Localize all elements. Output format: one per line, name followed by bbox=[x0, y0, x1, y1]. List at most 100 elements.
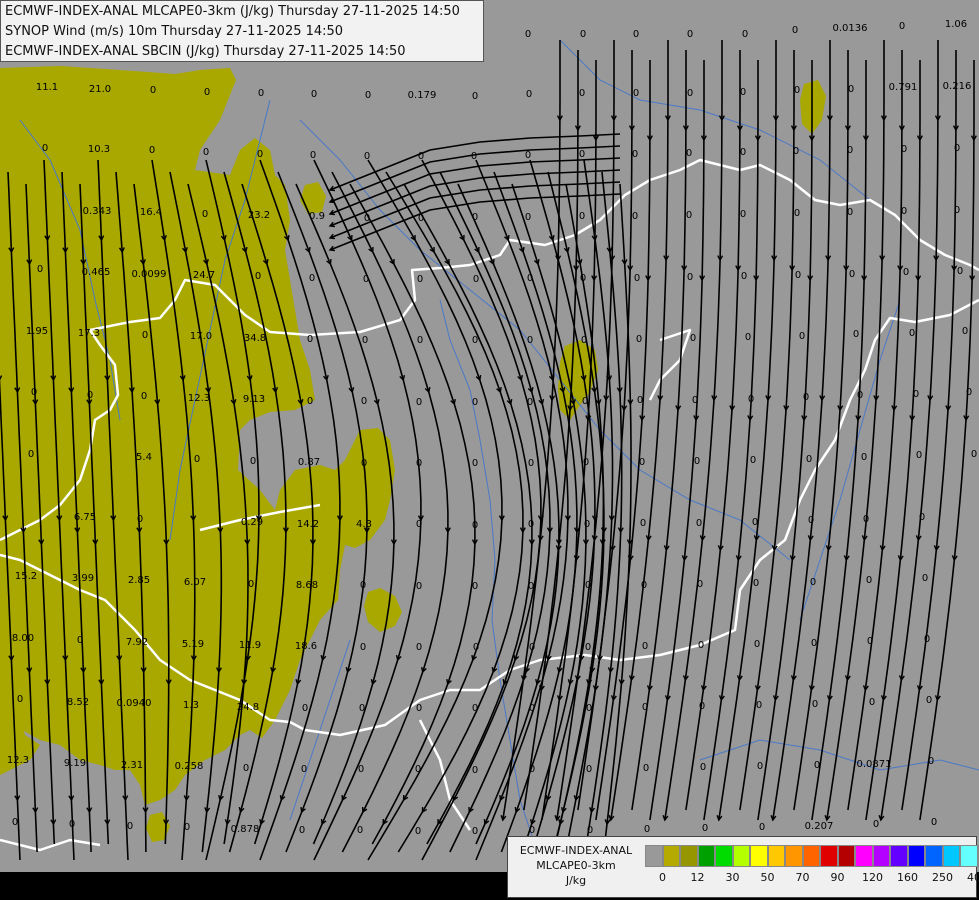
sbcin-value: 5.4 bbox=[136, 452, 152, 463]
sbcin-value: 0 bbox=[243, 763, 249, 774]
sbcin-value: 0 bbox=[903, 267, 909, 278]
sbcin-value: 0 bbox=[525, 150, 531, 161]
sbcin-value: 0 bbox=[740, 87, 746, 98]
sbcin-value: 0 bbox=[299, 825, 305, 836]
sbcin-value: 0 bbox=[690, 333, 696, 344]
sbcin-value: 0 bbox=[794, 208, 800, 219]
sbcin-value: 0 bbox=[741, 271, 747, 282]
sbcin-value: 1.06 bbox=[945, 19, 967, 30]
sbcin-value: 0 bbox=[644, 824, 650, 835]
sbcin-value: 0 bbox=[928, 756, 934, 767]
sbcin-value: 2.85 bbox=[128, 575, 150, 586]
sbcin-value: 0 bbox=[954, 205, 960, 216]
sbcin-value: 0 bbox=[794, 85, 800, 96]
sbcin-value: 0 bbox=[527, 335, 533, 346]
sbcin-value: 0 bbox=[184, 822, 190, 833]
sbcin-value: 0 bbox=[740, 147, 746, 158]
sbcin-value: 11.9 bbox=[239, 640, 261, 651]
sbcin-value: 11.1 bbox=[36, 82, 58, 93]
sbcin-value: 0 bbox=[309, 273, 315, 284]
legend-tick-label: 90 bbox=[830, 871, 845, 884]
sbcin-value: 0 bbox=[757, 761, 763, 772]
sbcin-value: 0 bbox=[87, 390, 93, 401]
sbcin-value: 0 bbox=[861, 452, 867, 463]
legend-tick-label: 120 bbox=[862, 871, 883, 884]
sbcin-value: 0 bbox=[529, 825, 535, 836]
sbcin-value: 0 bbox=[472, 397, 478, 408]
sbcin-value: 0 bbox=[869, 697, 875, 708]
sbcin-value: 0 bbox=[472, 212, 478, 223]
color-legend: ECMWF-INDEX-ANAL MLCAPE0-3km J/kg 0 12 30 5… bbox=[507, 836, 979, 898]
sbcin-value: 0 bbox=[579, 211, 585, 222]
sbcin-value: 0 bbox=[857, 390, 863, 401]
legend-swatch bbox=[907, 845, 925, 867]
sbcin-value: 0 bbox=[12, 817, 18, 828]
sbcin-value: 0 bbox=[361, 396, 367, 407]
sbcin-value: 0 bbox=[971, 449, 977, 460]
sbcin-value: 24.7 bbox=[193, 270, 215, 281]
sbcin-value: 0 bbox=[847, 207, 853, 218]
legend-swatch bbox=[785, 845, 803, 867]
sbcin-value: 0 bbox=[686, 210, 692, 221]
sbcin-value: 0 bbox=[913, 389, 919, 400]
sbcin-value: 0 bbox=[639, 457, 645, 468]
sbcin-value: 0 bbox=[810, 577, 816, 588]
sbcin-value: 0 bbox=[806, 454, 812, 465]
sbcin-value: 0 bbox=[17, 694, 23, 705]
sbcin-value: 7.92 bbox=[126, 637, 148, 648]
sbcin-value: 0 bbox=[250, 456, 256, 467]
sbcin-value: 0 bbox=[529, 703, 535, 714]
sbcin-value: 0 bbox=[471, 151, 477, 162]
sbcin-value: 0 bbox=[528, 519, 534, 530]
sbcin-value: 0 bbox=[310, 150, 316, 161]
sbcin-value: 0 bbox=[848, 84, 854, 95]
sbcin-value: 0.9 bbox=[309, 211, 325, 222]
legend-tick-label: 12 bbox=[690, 871, 705, 884]
sbcin-value: 0 bbox=[922, 573, 928, 584]
sbcin-value: 0 bbox=[742, 29, 748, 40]
weather-map: 0 0 0 0 0 0 0.0136 0 1.06 11.1 21.0 0 0 0 0 0 0.179 0 0 0 0 0… bbox=[0, 0, 979, 900]
sbcin-value: 0 bbox=[687, 272, 693, 283]
sbcin-value: 12.3 bbox=[7, 755, 29, 766]
sbcin-value: 0.216 bbox=[943, 81, 972, 92]
sbcin-value: 0 bbox=[686, 148, 692, 159]
sbcin-value: 0 bbox=[416, 519, 422, 530]
sbcin-value: 0.87 bbox=[298, 457, 320, 468]
sbcin-value: 0 bbox=[580, 29, 586, 40]
sbcin-value: 0 bbox=[360, 642, 366, 653]
sbcin-value: 0 bbox=[926, 695, 932, 706]
sbcin-value: 0 bbox=[301, 764, 307, 775]
legend-swatch bbox=[662, 845, 680, 867]
sbcin-value: 0 bbox=[472, 581, 478, 592]
sbcin-value: 0 bbox=[586, 703, 592, 714]
sbcin-value: 0 bbox=[28, 449, 34, 460]
sbcin-value: 0 bbox=[700, 762, 706, 773]
sbcin-value: 0 bbox=[745, 332, 751, 343]
sbcin-value: 0 bbox=[901, 144, 907, 155]
sbcin-value: 0 bbox=[525, 29, 531, 40]
legend-swatch bbox=[750, 845, 768, 867]
sbcin-value: 0 bbox=[634, 273, 640, 284]
sbcin-value: 0 bbox=[473, 642, 479, 653]
sbcin-value: 0 bbox=[150, 85, 156, 96]
sbcin-value: 0 bbox=[687, 29, 693, 40]
legend-label-line-1: ECMWF-INDEX-ANAL bbox=[519, 844, 633, 857]
sbcin-value: 0 bbox=[362, 335, 368, 346]
map-title-box: ECMWF-INDEX-ANAL MLCAPE0-3km (J/kg) Thur… bbox=[0, 0, 484, 62]
legend-swatch bbox=[697, 845, 715, 867]
sbcin-value: 0 bbox=[363, 274, 369, 285]
sbcin-value: 0 bbox=[525, 212, 531, 223]
sbcin-value: 0 bbox=[752, 517, 758, 528]
sbcin-value: 0 bbox=[919, 512, 925, 523]
sbcin-value: 17.0 bbox=[190, 331, 212, 342]
sbcin-value: 0 bbox=[579, 149, 585, 160]
sbcin-value: 34.8 bbox=[244, 333, 266, 344]
sbcin-value: 0.0136 bbox=[833, 23, 868, 34]
sbcin-value: 0 bbox=[42, 143, 48, 154]
sbcin-value: 18.6 bbox=[295, 641, 317, 652]
sbcin-value: 8.00 bbox=[12, 633, 34, 644]
sbcin-value: 0 bbox=[472, 458, 478, 469]
sbcin-value: 17.3 bbox=[78, 328, 100, 339]
sbcin-value: 0 bbox=[359, 703, 365, 714]
sbcin-value: 0 bbox=[529, 764, 535, 775]
